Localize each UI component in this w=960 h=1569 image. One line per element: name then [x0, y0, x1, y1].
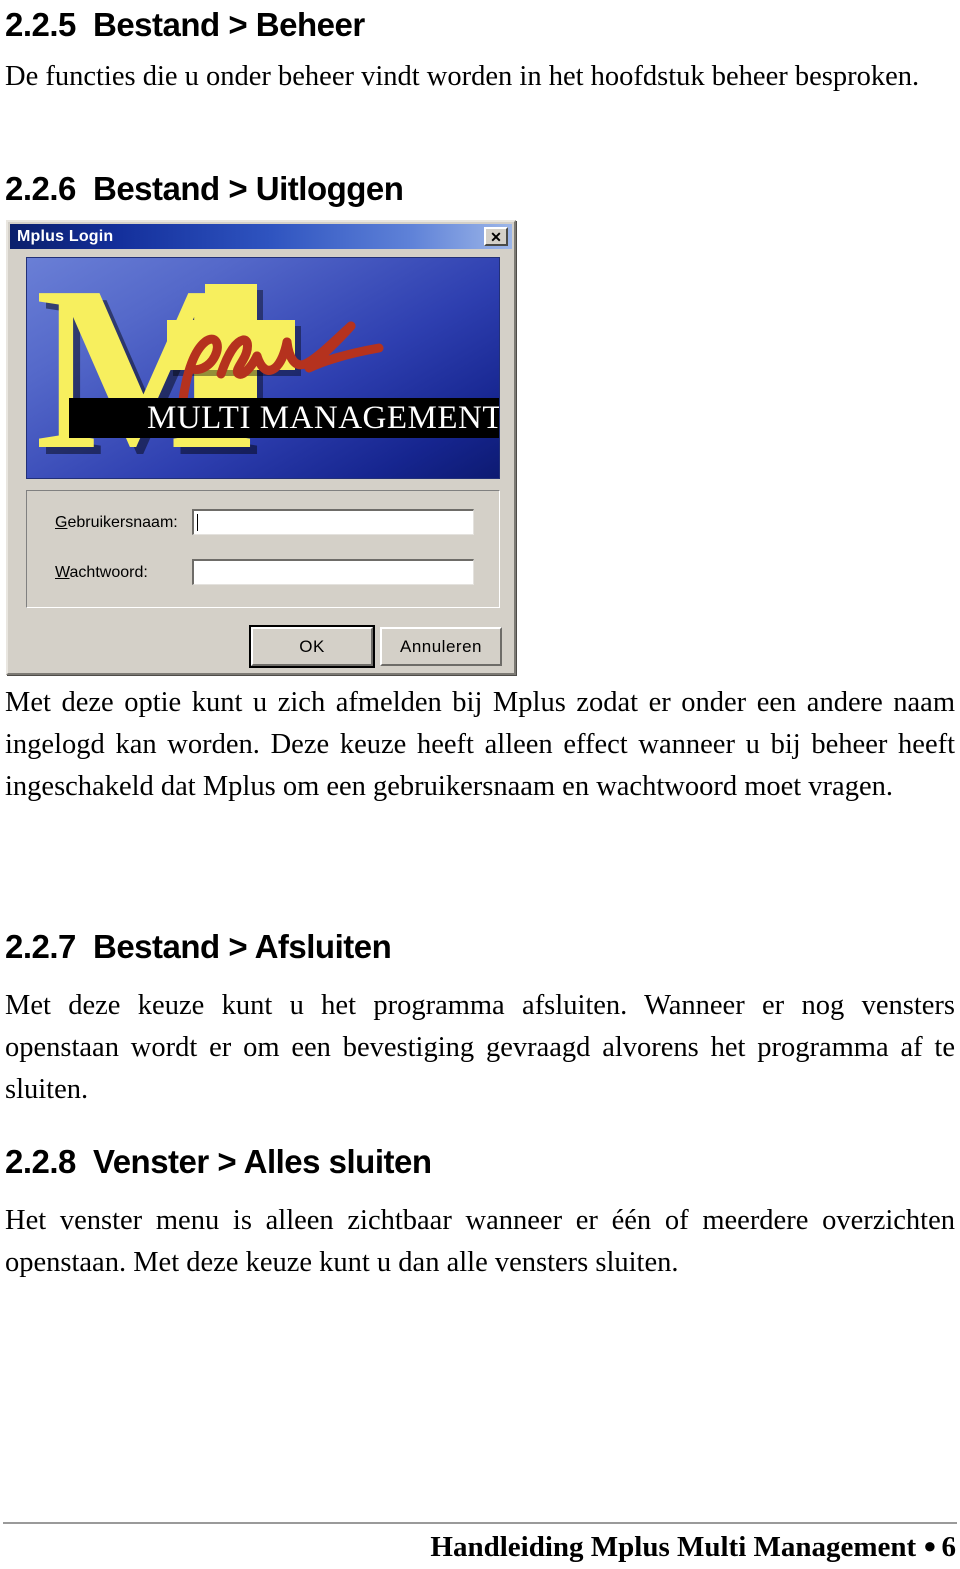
credentials-group: Gebruikersnaam: Wachtwoord: — [26, 490, 500, 608]
footer-title: Handleiding Mplus Multi Management — [430, 1531, 917, 1563]
username-label-accelerator: G — [55, 514, 68, 531]
heading-title: Bestand > Afsluiten — [93, 928, 392, 965]
heading-2-2-6: 2.2.6 Bestand > Uitloggen — [5, 170, 404, 208]
close-icon[interactable]: ✕ — [484, 227, 508, 246]
username-row: Gebruikersnaam: — [27, 509, 499, 539]
logo-tagline: MULTI MANAGEMENT — [147, 400, 500, 436]
heading-title: Venster > Alles sluiten — [93, 1143, 432, 1180]
mplus-login-dialog: Mplus Login ✕ M MULTI MANAGEMENT Gebruik… — [6, 220, 516, 675]
heading-number: 2.2.8 — [5, 1143, 76, 1180]
heading-number: 2.2.6 — [5, 170, 76, 207]
heading-2-2-5: 2.2.5 Bestand > Beheer — [5, 6, 365, 44]
document-page: 2.2.5 Bestand > Beheer De functies die u … — [0, 0, 960, 1569]
cancel-button[interactable]: Annuleren — [380, 627, 502, 666]
dialog-titlebar[interactable]: Mplus Login ✕ — [10, 224, 512, 249]
paragraph-2-2-7: Met deze keuze kunt u het programma afsl… — [5, 990, 955, 1105]
password-label-rest: achtwoord: — [69, 564, 148, 581]
username-label: Gebruikersnaam: — [55, 514, 178, 532]
paragraph-2-2-6: Met deze optie kunt u zich afmelden bij … — [5, 687, 955, 802]
footer-page-number: 6 — [941, 1531, 957, 1563]
dialog-title: Mplus Login — [17, 227, 114, 245]
heading-2-2-7: 2.2.7 Bestand > Afsluiten — [5, 928, 392, 966]
heading-number: 2.2.7 — [5, 928, 76, 965]
ok-button[interactable]: OK — [249, 625, 375, 668]
password-input[interactable] — [192, 559, 474, 585]
heading-title: Bestand > Beheer — [93, 6, 365, 43]
paragraph-2-2-5: De functies die u onder beheer vindt wor… — [5, 61, 920, 92]
paragraph-2-2-8: Het venster menu is alleen zichtbaar wan… — [5, 1205, 955, 1278]
password-label-accelerator: W — [55, 564, 70, 581]
password-label: Wachtwoord: — [55, 564, 148, 582]
heading-2-2-8: 2.2.8 Venster > Alles sluiten — [5, 1143, 432, 1181]
logo-plus-script-icon — [178, 321, 384, 405]
footer-divider — [3, 1522, 957, 1524]
text-caret — [197, 514, 198, 531]
footer-bullet-icon: ● — [923, 1533, 937, 1558]
mplus-logo-banner: M MULTI MANAGEMENT — [26, 257, 500, 479]
footer: Handleiding Mplus Multi Management ● 6 — [0, 1531, 956, 1564]
heading-number: 2.2.5 — [5, 6, 76, 43]
password-row: Wachtwoord: — [27, 559, 499, 589]
heading-title: Bestand > Uitloggen — [93, 170, 404, 207]
username-label-rest: ebruikersnaam: — [67, 514, 178, 531]
username-input[interactable] — [192, 509, 474, 535]
